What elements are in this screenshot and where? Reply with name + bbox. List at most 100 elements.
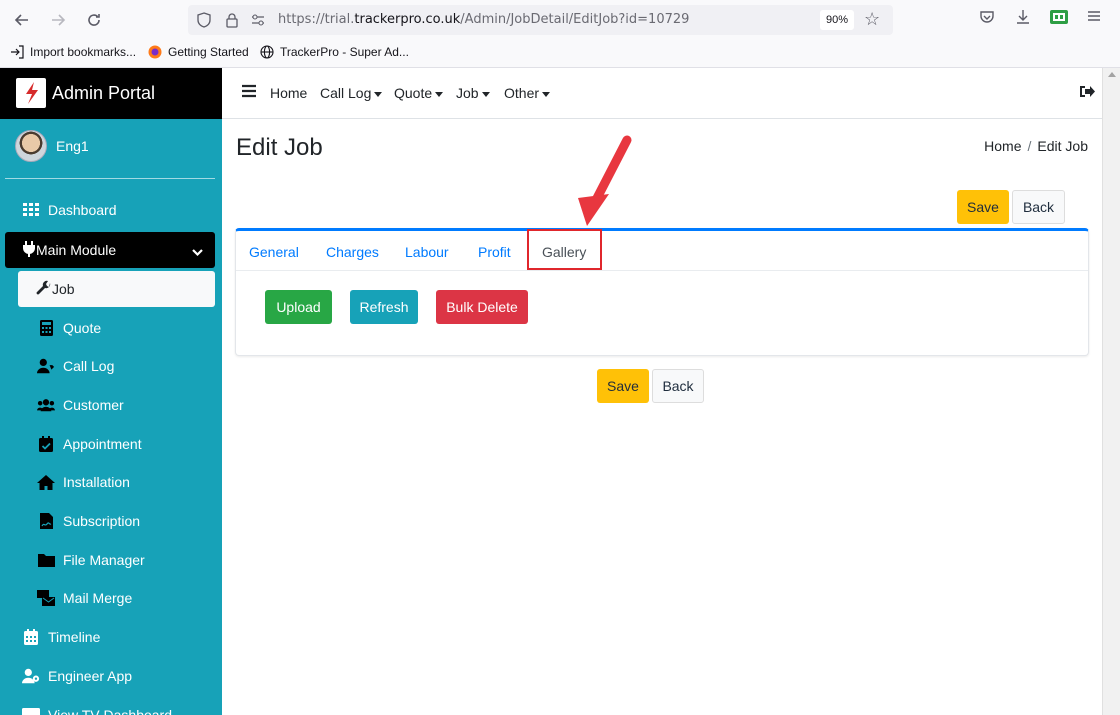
bookmark-label: Getting Started — [168, 45, 249, 59]
nav-other[interactable]: Other — [504, 85, 551, 101]
brand-logo-icon — [16, 78, 46, 108]
chevron-down-icon — [192, 244, 203, 260]
sidebar-item-label: Timeline — [48, 629, 101, 645]
user-cog-icon — [22, 667, 40, 685]
sidebar-item-timeline[interactable]: Timeline — [0, 620, 222, 654]
nav-quote[interactable]: Quote — [394, 85, 444, 101]
url-path: /Admin/JobDetail/EditJob?id=10729 — [460, 12, 690, 27]
sidebar-item-label: View TV Dashboard — [48, 707, 172, 715]
tab-charges[interactable]: Charges — [326, 244, 379, 260]
sidebar-item-engineer-app[interactable]: Engineer App — [0, 659, 222, 693]
url-domain: trackerpro.co.uk — [354, 12, 461, 27]
calculator-icon — [37, 319, 55, 337]
sidebar-item-label: Customer — [63, 397, 124, 413]
sidebar-item-view-tv-dashboard[interactable]: View TV Dashboard — [0, 698, 222, 715]
wrench-icon — [36, 280, 52, 299]
browser-toolbar: https://trial.trackerpro.co.uk/Admin/Job… — [0, 0, 1120, 40]
bookmark-label: Import bookmarks... — [30, 45, 137, 59]
save-button-top[interactable]: Save — [957, 190, 1009, 224]
forward-arrow-icon[interactable] — [46, 8, 70, 32]
avatar — [15, 130, 47, 162]
tab-profit[interactable]: Profit — [478, 244, 511, 260]
refresh-button[interactable]: Refresh — [350, 290, 418, 324]
permissions-icon[interactable] — [250, 12, 266, 28]
bookmarks-bar: Import bookmarks... Getting Started Trac… — [0, 40, 1120, 68]
grid-icon — [22, 201, 40, 219]
sidebar-item-job[interactable]: Job — [18, 271, 215, 307]
breadcrumb-current: Edit Job — [1037, 138, 1088, 154]
user-panel[interactable]: Eng1 — [15, 130, 89, 162]
back-button-bottom[interactable]: Back — [652, 369, 704, 403]
extension-icon[interactable] — [1049, 8, 1069, 31]
save-button-bottom[interactable]: Save — [597, 369, 649, 403]
page-scrollbar[interactable] — [1102, 68, 1120, 715]
sidebar-item-label: Installation — [63, 474, 130, 490]
bookmark-star-icon[interactable]: ☆ — [864, 9, 880, 30]
pocket-icon[interactable] — [978, 8, 996, 31]
sidebar-item-customer[interactable]: Customer — [0, 388, 222, 422]
nav-home[interactable]: Home — [270, 85, 307, 101]
nav-job[interactable]: Job — [456, 85, 490, 101]
url-text[interactable]: https://trial.trackerpro.co.uk/Admin/Job… — [278, 12, 689, 27]
hamburger-menu-icon[interactable] — [1086, 8, 1102, 29]
nav-label: Call Log — [320, 85, 372, 101]
caret-down-icon — [542, 91, 551, 97]
scroll-up-arrow-icon[interactable] — [1108, 72, 1116, 77]
sidebar-item-label: Appointment — [63, 436, 142, 452]
user-name: Eng1 — [56, 138, 89, 154]
brand[interactable]: Admin Portal — [0, 68, 222, 119]
download-icon[interactable] — [1014, 8, 1032, 31]
sidebar-item-installation[interactable]: Installation — [0, 465, 222, 499]
file-signature-icon — [37, 512, 55, 530]
hamburger-icon[interactable] — [242, 84, 256, 101]
plug-icon — [22, 240, 36, 260]
upload-button[interactable]: Upload — [265, 290, 332, 324]
tab-general[interactable]: General — [249, 244, 299, 260]
gallery-highlight-box — [527, 229, 602, 270]
sidebar-item-call-log[interactable]: Call Log — [0, 349, 222, 383]
nav-call-log[interactable]: Call Log — [320, 85, 383, 101]
top-navbar: Home Call Log Quote Job Other — [222, 68, 1102, 119]
brand-title: Admin Portal — [52, 83, 156, 103]
nav-label: Job — [456, 85, 479, 101]
url-bar[interactable]: https://trial.trackerpro.co.uk/Admin/Job… — [188, 5, 893, 35]
breadcrumb-home[interactable]: Home — [984, 138, 1021, 154]
shield-icon[interactable] — [196, 12, 212, 28]
sidebar-item-label: File Manager — [63, 552, 145, 568]
sidebar-item-appointment[interactable]: Appointment — [0, 427, 222, 461]
calendar-icon — [22, 628, 40, 646]
bookmark-getting-started[interactable]: Getting Started — [148, 45, 249, 59]
sidebar-item-label: Subscription — [63, 513, 141, 529]
sidebar-item-label: Quote — [63, 320, 102, 336]
back-arrow-icon[interactable] — [10, 8, 34, 32]
tv-icon — [22, 706, 40, 715]
users-icon — [37, 396, 55, 414]
bookmark-trackerpro[interactable]: TrackerPro - Super Ad... — [260, 45, 409, 59]
bookmark-label: TrackerPro - Super Ad... — [280, 45, 409, 59]
bookmark-import[interactable]: Import bookmarks... — [10, 45, 136, 59]
annotation-arrow-icon — [575, 132, 637, 231]
lock-icon[interactable] — [224, 12, 240, 28]
sidebar-item-mail-merge[interactable]: Mail Merge — [0, 581, 222, 615]
caret-down-icon — [481, 91, 490, 97]
reload-icon[interactable] — [82, 8, 106, 32]
tab-labour[interactable]: Labour — [405, 244, 449, 260]
sidebar-item-label: Mail Merge — [63, 590, 133, 606]
sign-out-icon[interactable] — [1080, 85, 1095, 101]
url-prefix: https://trial. — [278, 12, 355, 27]
import-icon — [10, 45, 24, 59]
user-phone-icon — [37, 357, 55, 375]
breadcrumb-separator: / — [1027, 138, 1032, 154]
sidebar: Admin Portal Eng1 Dashboard Main Module … — [0, 68, 222, 715]
sidebar-item-main-module[interactable]: Main Module — [5, 232, 215, 268]
sidebar-item-subscription[interactable]: Subscription — [0, 504, 222, 538]
sidebar-item-quote[interactable]: Quote — [0, 311, 222, 345]
nav-label: Quote — [394, 85, 433, 101]
back-button-top[interactable]: Back — [1012, 190, 1065, 224]
calendar-check-icon — [37, 435, 55, 453]
sidebar-item-dashboard[interactable]: Dashboard — [0, 193, 222, 227]
sidebar-item-label: Dashboard — [48, 202, 117, 218]
bulk-delete-button[interactable]: Bulk Delete — [436, 290, 528, 324]
zoom-badge[interactable]: 90% — [820, 10, 855, 30]
sidebar-item-file-manager[interactable]: File Manager — [0, 543, 222, 577]
